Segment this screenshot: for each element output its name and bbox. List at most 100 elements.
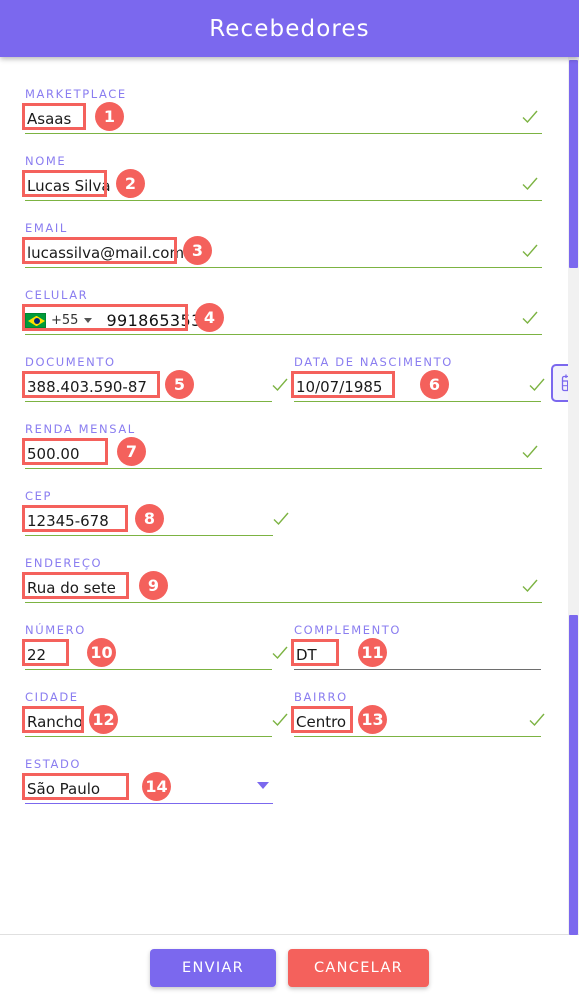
field-row: NÚMERO 22 10 COMPLEMENTO DT 11	[22, 623, 541, 690]
field-label-nome: NOME	[25, 154, 67, 168]
field-complemento: COMPLEMENTO DT 11	[291, 623, 541, 670]
valid-check-icon	[527, 375, 547, 395]
phone-number-value[interactable]: 991865353	[106, 311, 201, 330]
field-control-celular[interactable]: +55 991865353 4	[22, 303, 542, 335]
annotation-badge-11: 11	[358, 638, 387, 667]
cancel-button[interactable]: CANCELAR	[288, 949, 429, 987]
country-code-value[interactable]: +55	[51, 313, 78, 328]
field-underline-documento	[25, 400, 272, 402]
submit-button[interactable]: ENVIAR	[150, 949, 276, 987]
field-underline-email	[25, 266, 542, 268]
annotation-badge-6: 6	[420, 370, 449, 399]
annotation-badge-7: 7	[117, 437, 146, 466]
field-cidade: CIDADE Rancho 12	[22, 690, 288, 737]
field-row: DOCUMENTO 388.403.590-87 5 DATA DE NASCIMEN…	[22, 355, 579, 422]
app-header-bar: Recebedores	[0, 0, 579, 57]
valid-check-icon	[270, 710, 290, 730]
field-control-estado[interactable]: São Paulo 14	[22, 772, 273, 804]
field-underline-endereco	[25, 601, 542, 603]
field-underline-bairro	[294, 735, 541, 737]
vertical-scrollbar-thumb-lower[interactable]	[569, 615, 578, 935]
field-value-complemento[interactable]: DT	[294, 644, 317, 666]
phone-input-group[interactable]: +55 991865353	[25, 311, 202, 330]
annotation-badge-8: 8	[135, 504, 164, 533]
form-card: MARKETPLACE Asaas 1 NOME Lucas Silva 2 EMAIL lu…	[0, 57, 579, 804]
field-numero: NÚMERO 22 10	[22, 623, 288, 670]
field-value-numero[interactable]: 22	[25, 644, 46, 666]
chevron-down-icon[interactable]	[84, 317, 93, 323]
annotation-badge-5: 5	[165, 370, 194, 399]
field-underline-cidade	[25, 735, 272, 737]
annotation-badge-10: 10	[87, 638, 116, 667]
field-value-email[interactable]: lucassilva@mail.com	[25, 242, 184, 264]
valid-check-icon	[270, 375, 290, 395]
field-label-renda_mensal: RENDA MENSAL	[25, 422, 136, 436]
field-celular: CELULAR +55 991865353 4	[22, 288, 542, 335]
field-control-bairro[interactable]: Centro 13	[291, 705, 545, 737]
field-value-renda_mensal[interactable]: 500.00	[25, 443, 80, 465]
field-value-nome[interactable]: Lucas Silva	[25, 175, 111, 197]
field-label-bairro: BAIRRO	[294, 690, 348, 704]
field-underline-marketplace	[25, 132, 542, 134]
field-control-cep[interactable]: 12345-678 8	[22, 504, 289, 536]
annotation-badge-9: 9	[139, 571, 168, 600]
field-control-complemento[interactable]: DT 11	[291, 638, 541, 670]
field-value-documento[interactable]: 388.403.590-87	[25, 376, 147, 398]
field-value-data_nascimento[interactable]: 10/07/1985	[294, 376, 382, 398]
field-value-bairro[interactable]: Centro	[294, 711, 346, 733]
field-marketplace: MARKETPLACE Asaas 1	[22, 87, 542, 134]
vertical-scrollbar-thumb[interactable]	[569, 60, 578, 268]
field-cep: CEP 12345-678 8	[22, 489, 289, 536]
valid-check-icon	[520, 241, 540, 261]
field-endereco: ENDEREÇO Rua do sete 9	[22, 556, 542, 603]
field-control-renda_mensal[interactable]: 500.00 7	[22, 437, 542, 469]
recebedores-form-screen: Recebedores MARKETPLACE Asaas 1 NOME Lucas S…	[0, 0, 579, 1001]
valid-check-icon	[520, 107, 540, 127]
field-control-email[interactable]: lucassilva@mail.com 3	[22, 236, 542, 268]
valid-check-icon	[270, 643, 290, 663]
valid-check-icon	[527, 710, 547, 730]
field-label-estado: ESTADO	[25, 757, 82, 771]
field-control-nome[interactable]: Lucas Silva 2	[22, 169, 542, 201]
field-underline-complemento	[294, 669, 541, 670]
field-value-endereco[interactable]: Rua do sete	[25, 577, 116, 599]
field-underline-renda_mensal	[25, 467, 542, 469]
field-label-marketplace: MARKETPLACE	[25, 87, 127, 101]
chevron-down-icon[interactable]	[257, 782, 269, 789]
field-nome: NOME Lucas Silva 2	[22, 154, 542, 201]
field-control-numero[interactable]: 22 10	[22, 638, 288, 670]
field-value-estado[interactable]: São Paulo	[25, 778, 100, 800]
annotation-badge-12: 12	[89, 705, 118, 734]
field-control-documento[interactable]: 388.403.590-87 5	[22, 370, 288, 402]
field-control-endereco[interactable]: Rua do sete 9	[22, 571, 542, 603]
brazil-flag-icon	[25, 312, 46, 328]
field-label-cidade: CIDADE	[25, 690, 79, 704]
field-control-marketplace[interactable]: Asaas 1	[22, 102, 542, 134]
field-label-documento: DOCUMENTO	[25, 355, 116, 369]
annotation-badge-13: 13	[358, 705, 387, 734]
valid-check-icon	[520, 442, 540, 462]
annotation-badge-1: 1	[95, 102, 124, 131]
valid-check-icon	[520, 308, 540, 328]
field-renda_mensal: RENDA MENSAL 500.00 7	[22, 422, 542, 469]
annotation-badge-4: 4	[195, 303, 224, 332]
field-label-complemento: COMPLEMENTO	[294, 623, 402, 637]
field-control-data_nascimento[interactable]: 10/07/1985 6	[291, 364, 579, 402]
field-underline-celular	[25, 333, 542, 335]
annotation-badge-14: 14	[142, 772, 171, 801]
field-label-cep: CEP	[25, 489, 53, 503]
field-value-cep[interactable]: 12345-678	[25, 510, 109, 532]
field-value-cidade[interactable]: Rancho	[25, 711, 83, 733]
field-bairro: BAIRRO Centro 13	[291, 690, 545, 737]
annotation-badge-2: 2	[116, 169, 145, 198]
form-scroll-area[interactable]: MARKETPLACE Asaas 1 NOME Lucas Silva 2 EMAIL lu…	[0, 57, 579, 934]
field-underline-estado	[25, 802, 273, 804]
field-row: CIDADE Rancho 12 BAIRRO Centro 13	[22, 690, 545, 757]
field-value-marketplace[interactable]: Asaas	[25, 108, 71, 130]
field-label-numero: NÚMERO	[25, 623, 86, 637]
field-label-celular: CELULAR	[25, 288, 89, 302]
field-underline-nome	[25, 199, 542, 201]
field-underline-cep	[25, 534, 273, 536]
field-data_nascimento: DATA DE NASCIMENTO 10/07/1985 6	[291, 355, 579, 402]
field-control-cidade[interactable]: Rancho 12	[22, 705, 288, 737]
